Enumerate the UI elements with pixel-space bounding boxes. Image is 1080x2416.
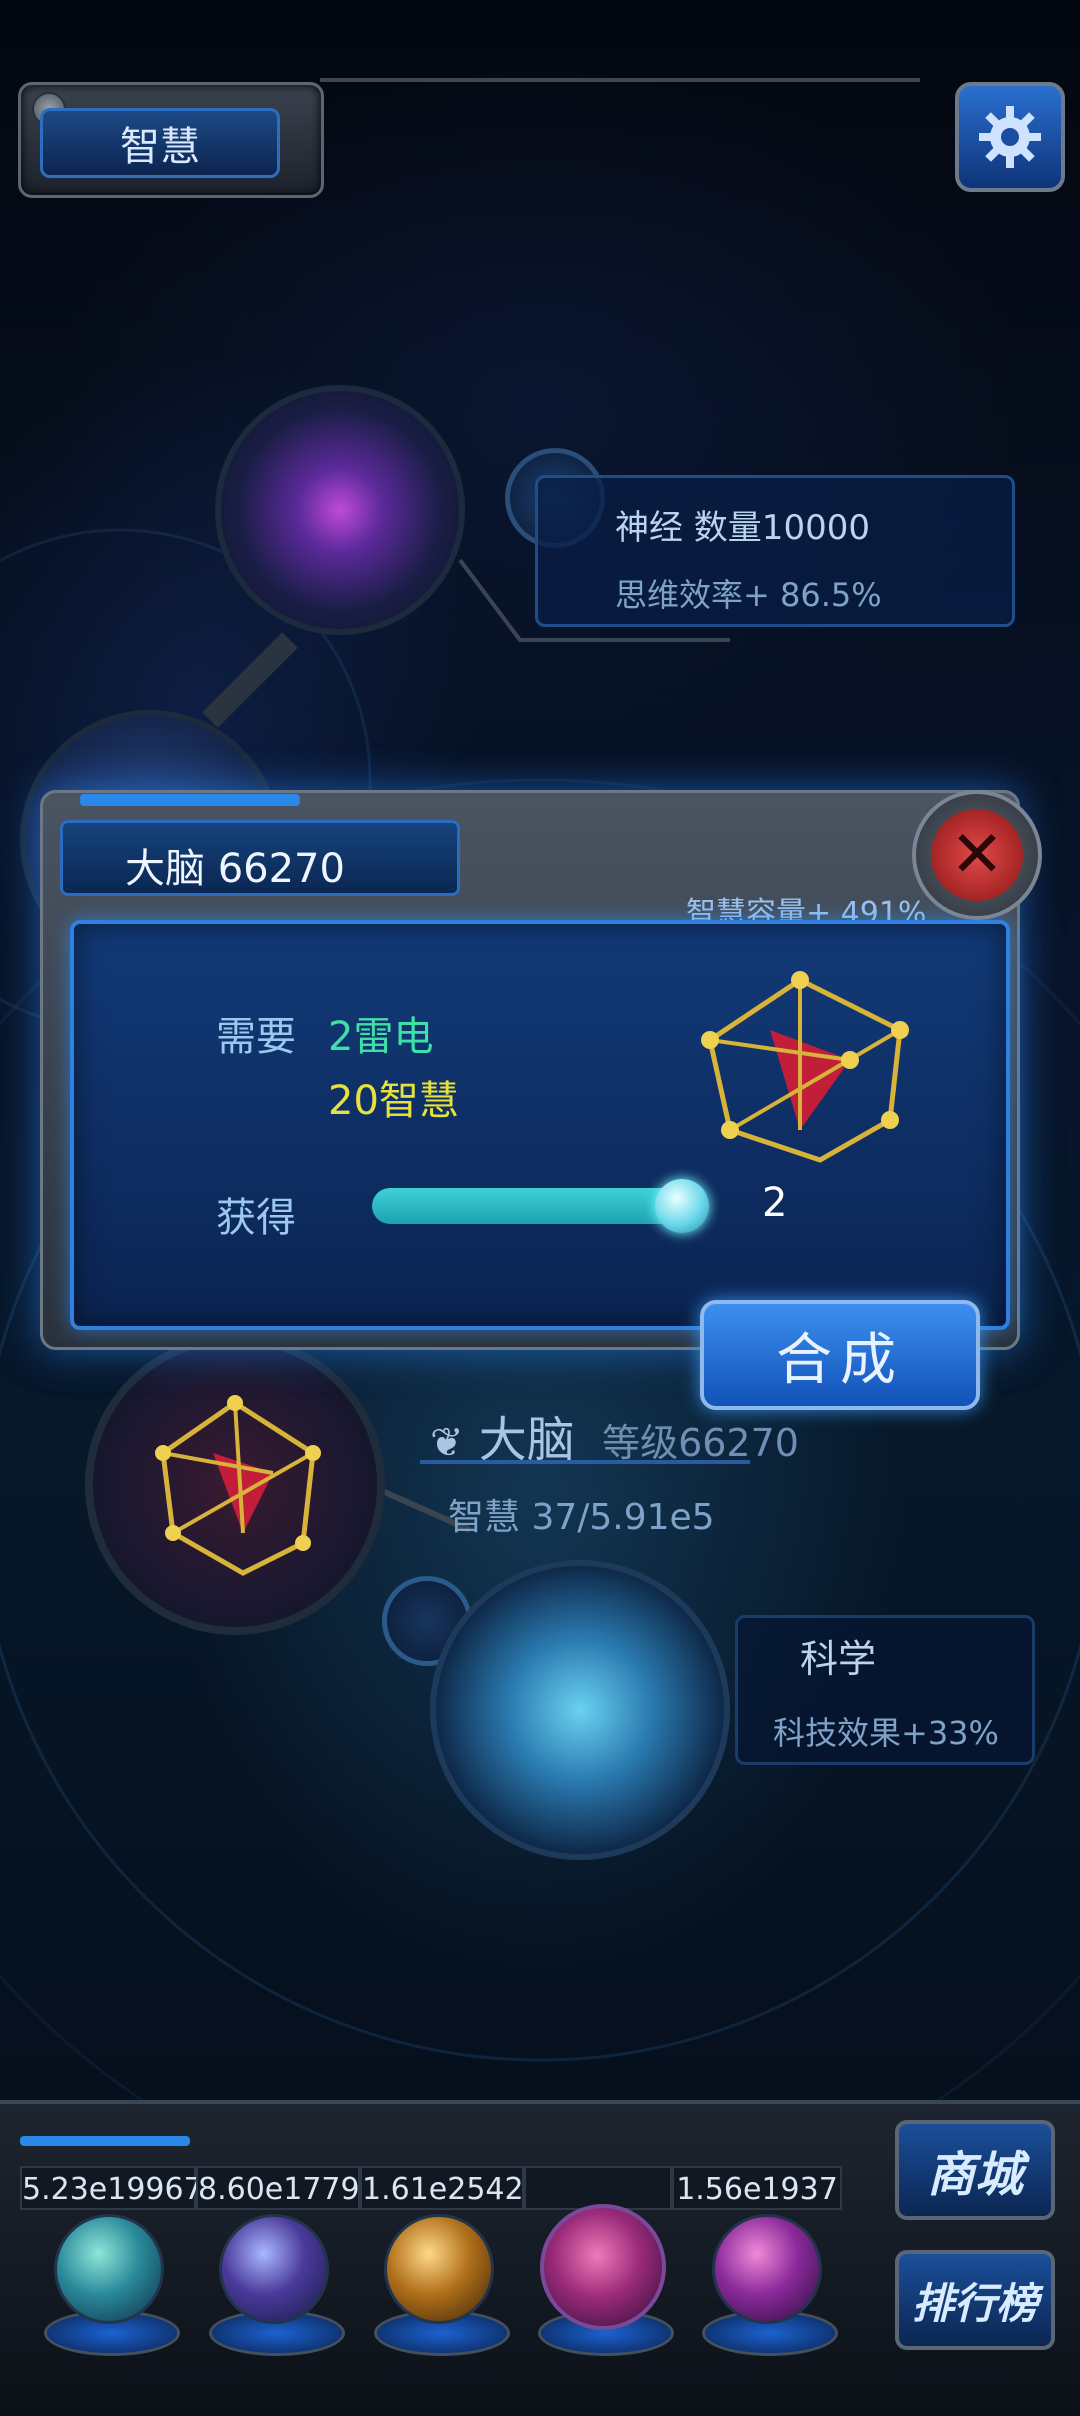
brain-node[interactable] <box>85 1335 385 1635</box>
close-button[interactable]: ✕ <box>912 790 1042 920</box>
shop-button[interactable]: 商城 <box>895 2120 1055 2220</box>
quantity-slider-fill <box>372 1188 692 1224</box>
brain-crystal-icon <box>155 1395 321 1576</box>
resource-value-2: 1.61e2542 <box>360 2166 524 2210</box>
dialog-title: 大脑 66270 <box>125 846 345 892</box>
neuron-node[interactable] <box>215 385 465 635</box>
gain-label: 获得 <box>216 1195 296 1241</box>
lightning-orb-icon[interactable] <box>219 2214 329 2324</box>
brain-orb-icon[interactable] <box>540 2204 666 2330</box>
brain-divider <box>420 1460 750 1464</box>
need-lightning: 2雷电 <box>328 1014 434 1060</box>
neuron-orb-icon[interactable] <box>712 2214 822 2324</box>
fire-orb-icon[interactable] <box>384 2214 494 2324</box>
dialog-accent-bar <box>80 794 300 806</box>
science-name: 科学 <box>800 1637 877 1681</box>
combine-button[interactable]: 合成 <box>700 1300 980 1410</box>
science-node[interactable] <box>430 1560 730 1860</box>
need-label: 需要 <box>216 1014 296 1060</box>
science-effect: 科技效果+33% <box>773 1714 999 1752</box>
top-divider <box>320 78 920 98</box>
resource-value-4: 1.56e1937 <box>672 2166 842 2210</box>
neuron-count: 神经 数量10000 <box>615 508 870 548</box>
neuron-effect: 思维效率+ 86.5% <box>615 576 882 614</box>
close-icon: ✕ <box>931 809 1023 901</box>
brain-wisdom: 智慧 37/5.91e5 <box>448 1497 715 1538</box>
resource-value-0: 5.23e19967 <box>20 2166 203 2210</box>
rank-button[interactable]: 排行榜 <box>895 2250 1055 2350</box>
settings-button[interactable] <box>955 82 1065 192</box>
brain-level: 等级66270 <box>602 1421 799 1465</box>
need-wisdom: 20智慧 <box>328 1078 459 1124</box>
gear-icon <box>979 106 1041 168</box>
page-title: 智慧 <box>40 108 280 178</box>
bottom-accent-bar <box>20 2136 190 2146</box>
atom-orb-icon[interactable] <box>54 2214 164 2324</box>
brain-crystal-large-icon <box>701 971 909 1163</box>
resource-value-1: 8.60e17791 <box>196 2166 379 2210</box>
